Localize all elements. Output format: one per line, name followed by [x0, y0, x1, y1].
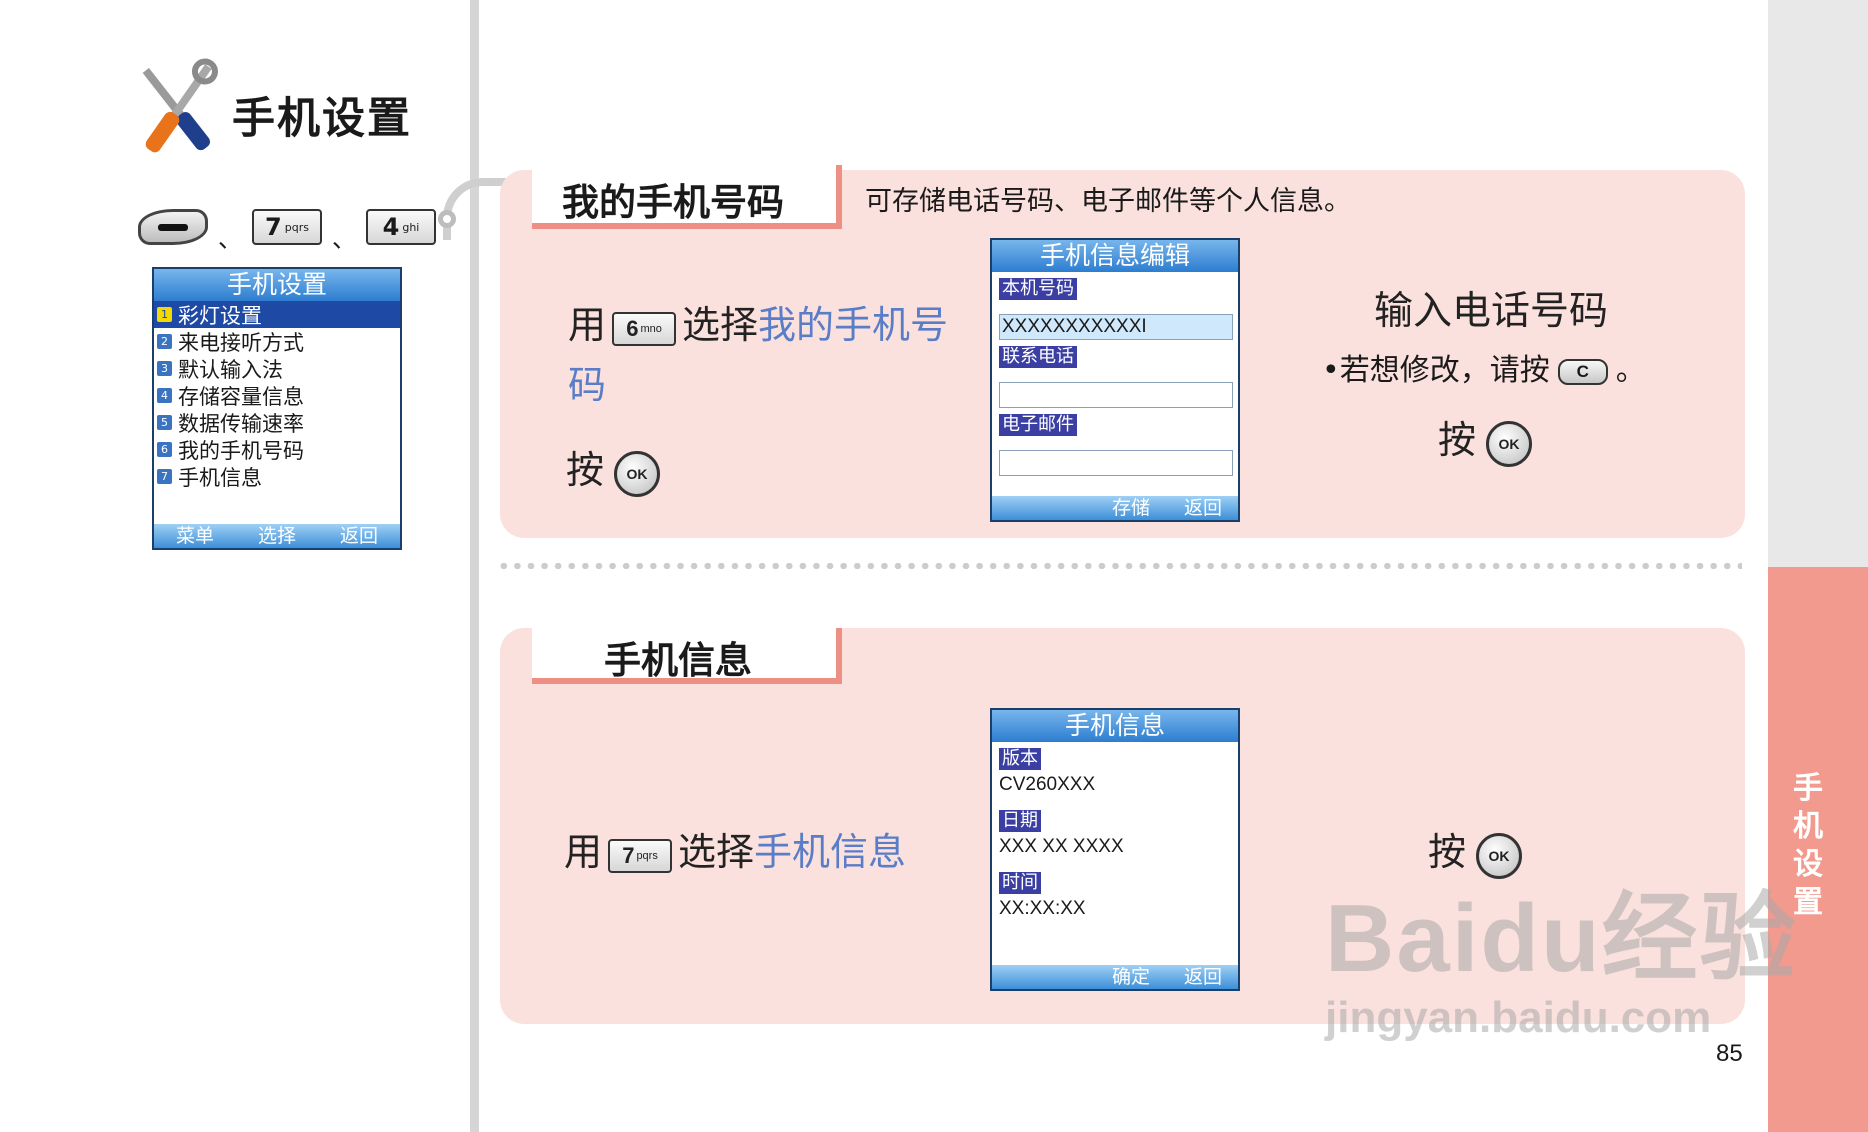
menu-softkey-icon — [138, 209, 208, 245]
section-phone-info-instruction: 用 7 pqrs 选择手机信息 — [564, 830, 907, 874]
softkey-ok[interactable]: 确定 — [1112, 965, 1150, 989]
field-label-contact: 联系电话 — [999, 346, 1077, 368]
edit-screen: 手机信息编辑 本机号码 XXXXXXXXXXXI 联系电话 电子邮件 存储 返回 — [990, 238, 1240, 522]
tools-icon — [142, 58, 218, 153]
menu-screen: 手机设置 1 彩灯设置 2 来电接听方式 3 默认输入法 4 存储容量信息 5 数据传输速… — [152, 267, 402, 550]
page-title: 手机设置 — [232, 94, 412, 144]
key-7-icon: 7 pqrs — [608, 838, 673, 873]
section-my-number-press: 按 OK — [566, 440, 661, 500]
softkey-back[interactable]: 返回 — [340, 524, 378, 548]
info-screen-softkeys: 确定 返回 — [992, 965, 1238, 989]
key-7-icon: 7 pqrs — [252, 209, 322, 245]
watermark-line1: Baidu经验 — [1325, 885, 1798, 992]
field-label-date: 日期 — [999, 810, 1041, 832]
column-divider — [470, 0, 479, 1132]
ok-button-icon: OK — [614, 450, 661, 497]
key-6-icon: 6 mno — [612, 311, 677, 346]
menu-item[interactable]: 4 存储容量信息 — [154, 382, 400, 409]
menu-item[interactable]: 5 数据传输速率 — [154, 409, 400, 436]
field-value-time: XX:XX:XX — [999, 898, 1086, 919]
key-sequence: 、 7 pqrs 、 4 ghi — [138, 205, 436, 253]
section-my-number-description: 可存储电话号码、电子邮件等个人信息。 — [865, 186, 1351, 217]
separator: 、 — [218, 224, 242, 253]
section-my-number-tab: 我的手机号码 — [532, 165, 842, 229]
softkey-back[interactable]: 返回 — [1184, 965, 1222, 989]
separator: 、 — [332, 224, 356, 253]
field-label-number: 本机号码 — [999, 278, 1077, 300]
softkey-save[interactable]: 存储 — [1112, 496, 1150, 520]
section-my-number-right-press: 按 OK — [1438, 410, 1533, 470]
watermark-line2: jingyan.baidu.com — [1325, 993, 1712, 1042]
info-screen-title: 手机信息 — [992, 710, 1238, 742]
menu-screen-softkeys: 菜单 选择 返回 — [154, 524, 400, 548]
menu-item[interactable]: 7 手机信息 — [154, 463, 400, 490]
field-value-version: CV260XXX — [999, 774, 1096, 795]
ok-button-icon: OK — [1486, 420, 1533, 467]
section-phone-info-tab: 手机信息 — [532, 628, 842, 684]
manual-page: 手机设置 、 7 pqrs 、 4 ghi 手机设置 1 彩灯设置 2 来电接听方式 3… — [0, 0, 1868, 1132]
binding-hook-dot — [438, 210, 456, 228]
field-label-version: 版本 — [999, 748, 1041, 770]
menu-item[interactable]: 6 我的手机号码 — [154, 436, 400, 463]
softkey-menu[interactable]: 菜单 — [176, 524, 214, 548]
menu-item[interactable]: 3 默认输入法 — [154, 355, 400, 382]
section-my-number-instruction: 用 6 mno 选择我的手机号码 — [568, 303, 949, 407]
clear-key-icon: C — [1557, 359, 1608, 385]
section-my-number-right-bullet: •若想修改，请按 C。 — [1322, 353, 1646, 388]
key-4-icon: 4 ghi — [366, 209, 436, 245]
section-my-number-heading: 我的手机号码 — [562, 180, 784, 224]
section-my-number-right-title: 输入电话号码 — [1374, 289, 1609, 334]
watermark-logo: Baidu经验 jingyan.baidu.com — [1325, 860, 1798, 1043]
menu-screen-title: 手机设置 — [154, 269, 400, 301]
dotted-divider — [497, 563, 1742, 569]
softkey-select[interactable]: 选择 — [258, 524, 296, 548]
page-number: 85 — [1716, 1040, 1743, 1067]
softkey-back[interactable]: 返回 — [1184, 496, 1222, 520]
field-input-contact[interactable] — [999, 382, 1233, 408]
info-screen: 手机信息 版本 CV260XXX 日期 XXX XX XXXX 时间 XX:XX… — [990, 708, 1240, 991]
field-input-email[interactable] — [999, 450, 1233, 476]
field-value-date: XXX XX XXXX — [999, 836, 1124, 857]
field-label-time: 时间 — [999, 872, 1041, 894]
menu-item[interactable]: 1 彩灯设置 — [154, 301, 400, 328]
edit-screen-softkeys: 存储 返回 — [992, 496, 1238, 520]
field-input-number[interactable]: XXXXXXXXXXXI — [999, 314, 1233, 340]
section-phone-info-heading: 手机信息 — [604, 638, 752, 682]
menu-item[interactable]: 2 来电接听方式 — [154, 328, 400, 355]
field-label-email: 电子邮件 — [999, 414, 1077, 436]
edit-screen-title: 手机信息编辑 — [992, 240, 1238, 272]
